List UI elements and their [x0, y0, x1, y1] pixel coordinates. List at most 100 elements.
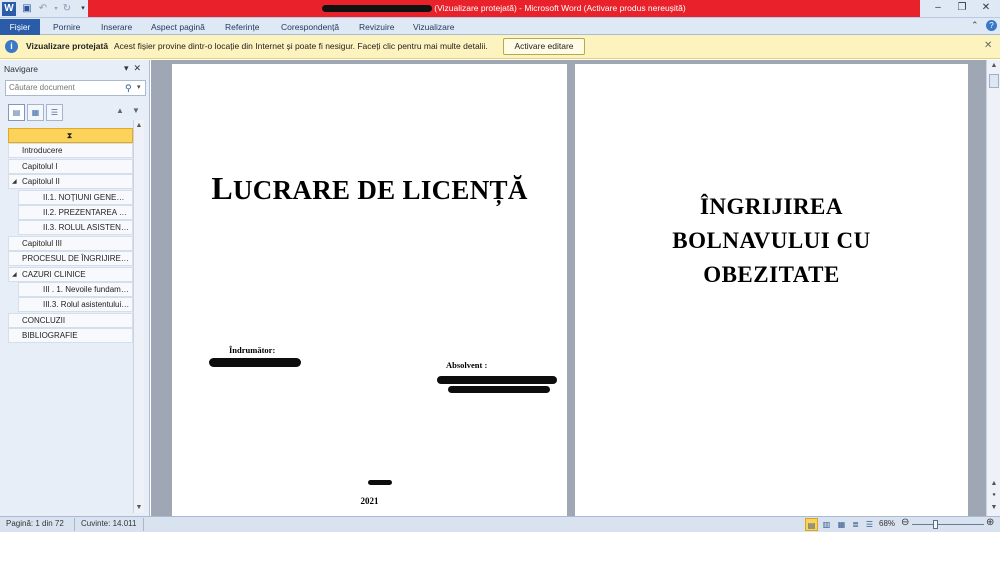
- nav-item-iii-3[interactable]: III.3. Rolul asistentului medical...: [18, 297, 133, 313]
- nav-item-bibliografie[interactable]: BIBLIOGRAFIE: [8, 328, 133, 344]
- redacted-city: [368, 480, 392, 485]
- search-placeholder: Căutare document: [9, 83, 75, 92]
- nav-item-introducere[interactable]: Introducere: [8, 143, 133, 159]
- scroll-thumb[interactable]: [989, 74, 999, 88]
- tab-home[interactable]: Pornire: [53, 19, 80, 35]
- word-count[interactable]: Cuvinte: 14.011: [81, 519, 136, 528]
- tab-page-layout[interactable]: Aspect pagină: [151, 19, 205, 35]
- protected-view-title: Vizualizare protejată: [26, 41, 109, 51]
- scroll-down-icon[interactable]: ▲: [989, 478, 999, 489]
- title-bar: W ▣ ↶ ▾ ↻ ▾ (Vizualizare protejată) - Mi…: [0, 0, 1000, 18]
- scroll-up-icon[interactable]: ▲: [989, 60, 999, 71]
- search-document-input[interactable]: Căutare document ⚲ ▾: [5, 80, 146, 96]
- title-initial: L: [211, 170, 233, 206]
- tab-mailings[interactable]: Corespondență: [281, 19, 339, 35]
- student-label: Absolvent :: [446, 360, 488, 370]
- window-title: (Vizualizare protejată) - Microsoft Word…: [88, 0, 920, 17]
- document-area[interactable]: LUCRARE DE LICENȚĂ Îndrumător: Absolvent…: [151, 60, 986, 516]
- redacted-student-name: [437, 376, 557, 384]
- thesis-topic: ÎNGRIJIREA BOLNAVULUI CU OBEZITATE: [575, 190, 968, 292]
- nav-item-ii-2[interactable]: II.2. PREZENTAREA GENERALĂ...: [18, 204, 133, 220]
- tab-review[interactable]: Revizuire: [359, 19, 394, 35]
- expand-ribbon-icon[interactable]: ⌃: [971, 20, 979, 31]
- save-icon[interactable]: ▣: [20, 2, 34, 16]
- scroll-down-icon[interactable]: ▼: [134, 502, 144, 513]
- outline-view-icon[interactable]: ≣: [849, 518, 862, 531]
- draft-view-icon[interactable]: ☰: [863, 518, 876, 531]
- next-heading-icon[interactable]: ▼: [132, 106, 140, 115]
- word-app-icon[interactable]: W: [2, 2, 16, 16]
- zoom-in-icon[interactable]: ⊕: [986, 517, 994, 528]
- zoom-slider-thumb[interactable]: [933, 520, 938, 529]
- redacted-student-name-2: [448, 386, 550, 393]
- redo-icon[interactable]: ↻: [60, 2, 74, 16]
- nav-item-concluzii[interactable]: CONCLUZII: [8, 312, 133, 328]
- help-icon[interactable]: ?: [986, 20, 997, 31]
- expand-triangle-icon[interactable]: ◢: [12, 175, 17, 188]
- select-browse-object-icon[interactable]: ●: [989, 490, 999, 501]
- title-rest: UCRARE DE LICENȚĂ: [233, 175, 528, 205]
- heading-tree: ⧗ Introducere Capitolul I ◢ Capitolul II …: [8, 128, 133, 344]
- redacted-filename: [322, 5, 433, 13]
- nav-item-label: Capitolul II: [22, 177, 60, 187]
- page-2[interactable]: ÎNGRIJIREA BOLNAVULUI CU OBEZITATE: [575, 64, 968, 516]
- collapse-icon: ⧗: [66, 131, 73, 140]
- protected-view-message[interactable]: Acest fișier provine dintr-o locație din…: [114, 41, 488, 51]
- browse-results-icon[interactable]: ☰: [46, 104, 63, 121]
- tab-references[interactable]: Referințe: [225, 19, 260, 35]
- search-options-dropdown-icon[interactable]: ▾: [137, 81, 141, 95]
- protected-view-bar: i Vizualizare protejată Acest fișier pro…: [0, 35, 1000, 59]
- nav-item-capitolul-1[interactable]: Capitolul I: [8, 158, 133, 174]
- nav-item-capitolul-2[interactable]: ◢ Capitolul II: [8, 174, 133, 190]
- zoom-level[interactable]: 68%: [879, 519, 895, 528]
- tab-view[interactable]: Vizualizare: [413, 19, 454, 35]
- status-separator: [74, 518, 75, 531]
- nav-top-item[interactable]: ⧗: [8, 128, 133, 143]
- status-separator: [143, 518, 144, 531]
- zoom-slider[interactable]: [912, 524, 984, 525]
- navigation-title: Navigare: [4, 64, 39, 74]
- nav-item-label: CAZURI CLINICE: [22, 269, 86, 279]
- browse-headings-icon[interactable]: ▤: [8, 104, 25, 121]
- minimize-button[interactable]: –: [926, 1, 950, 15]
- redacted-coordinator-name: [209, 358, 301, 367]
- navigation-pane-controls[interactable]: ▾ ✕: [124, 63, 141, 74]
- browse-pages-icon[interactable]: ▦: [27, 104, 44, 121]
- topic-line-2: BOLNAVULUI CU: [672, 228, 871, 253]
- empty-desktop-strip: [0, 532, 1000, 562]
- nav-item-ii-3[interactable]: II.3. ROLUL ASISTENTULUI...: [18, 220, 133, 236]
- print-layout-view-icon[interactable]: ▤: [805, 518, 818, 531]
- tab-insert[interactable]: Inserare: [101, 19, 132, 35]
- year: 2021: [360, 496, 379, 506]
- info-icon: i: [5, 40, 18, 53]
- scroll-up-icon[interactable]: ▲: [134, 120, 144, 131]
- next-page-icon[interactable]: ▼: [989, 502, 999, 513]
- nav-item-cazuri-clinice[interactable]: ◢ CAZURI CLINICE: [8, 266, 133, 282]
- enable-editing-button[interactable]: Activare editare: [503, 38, 585, 55]
- search-icon[interactable]: ⚲: [125, 81, 132, 95]
- nav-item-capitolul-3[interactable]: Capitolul III: [8, 235, 133, 251]
- full-screen-reading-view-icon[interactable]: ▥: [820, 518, 833, 531]
- ribbon-tab-bar: Fișier Pornire Inserare Aspect pagină Re…: [0, 18, 1000, 35]
- nav-item-iii-1[interactable]: III . 1. Nevoile fundamentale...: [18, 281, 133, 297]
- page-1[interactable]: LUCRARE DE LICENȚĂ Îndrumător: Absolvent…: [172, 64, 567, 516]
- navigation-pane: Navigare ▾ ✕ Căutare document ⚲ ▾ ▤ ▦ ☰ …: [0, 60, 150, 516]
- topic-line-1: ÎNGRIJIREA: [699, 194, 844, 219]
- maximize-button[interactable]: ❐: [950, 1, 974, 15]
- document-scrollbar[interactable]: ▲ ▲ ● ▼: [986, 60, 1000, 516]
- navigation-scrollbar[interactable]: ▲ ▼: [133, 120, 144, 513]
- page-count[interactable]: Pagină: 1 din 72: [6, 519, 64, 528]
- previous-heading-icon[interactable]: ▲: [116, 106, 124, 115]
- undo-icon[interactable]: ↶: [36, 2, 50, 16]
- nav-item-proces-ingrijire[interactable]: PROCESUL DE ÎNGRIJIRE AL...: [8, 251, 133, 267]
- web-layout-view-icon[interactable]: ▦: [835, 518, 848, 531]
- expand-triangle-icon[interactable]: ◢: [12, 268, 17, 281]
- close-protected-bar-button[interactable]: ✕: [984, 40, 992, 51]
- window-title-text: (Vizualizare protejată) - Microsoft Word…: [434, 3, 686, 13]
- zoom-out-icon[interactable]: ⊖: [901, 517, 909, 528]
- close-window-button[interactable]: ✕: [974, 1, 998, 15]
- tab-file[interactable]: Fișier: [0, 19, 40, 35]
- nav-item-ii-1[interactable]: II.1. NOȚIUNI GENERALE DE...: [18, 189, 133, 205]
- topic-line-3: OBEZITATE: [703, 262, 840, 287]
- coordinator-label: Îndrumător:: [229, 345, 276, 355]
